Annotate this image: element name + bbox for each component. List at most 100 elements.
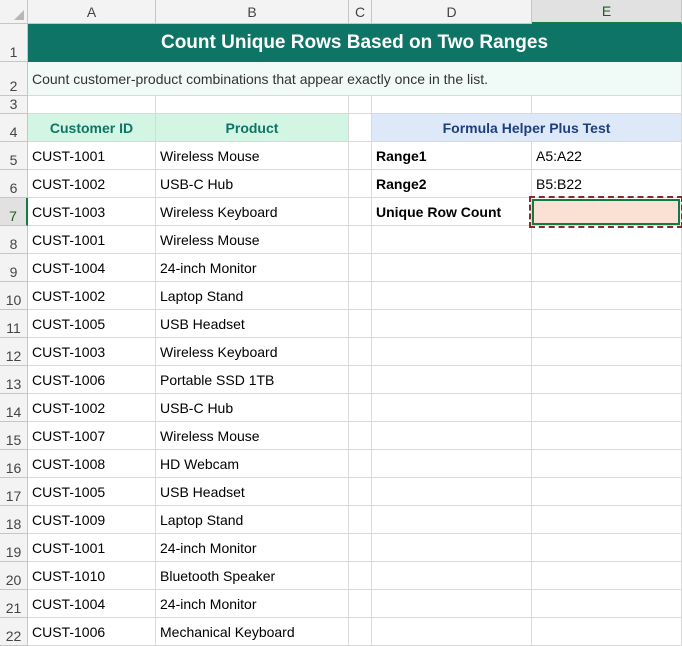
helper-value-2[interactable]: B5:B22 — [532, 170, 682, 198]
product-cell[interactable]: Mechanical Keyboard — [156, 618, 349, 646]
cell-d21[interactable] — [372, 590, 532, 618]
customer-id-cell[interactable]: CUST-1007 — [28, 422, 156, 450]
row-header-11[interactable]: 11 — [0, 310, 28, 338]
product-cell[interactable]: USB Headset — [156, 310, 349, 338]
row-header-13[interactable]: 13 — [0, 366, 28, 394]
row-header-14[interactable]: 14 — [0, 394, 28, 422]
row-header-9[interactable]: 9 — [0, 254, 28, 282]
row-header-20[interactable]: 20 — [0, 562, 28, 590]
cell-b3[interactable] — [156, 96, 349, 114]
cell-d12[interactable] — [372, 338, 532, 366]
product-cell[interactable]: Portable SSD 1TB — [156, 366, 349, 394]
column-header-b[interactable]: B — [156, 0, 349, 24]
cell-e13[interactable] — [532, 366, 682, 394]
customer-id-cell[interactable]: CUST-1010 — [28, 562, 156, 590]
row-header-6[interactable]: 6 — [0, 170, 28, 198]
cell-c11[interactable] — [349, 310, 372, 338]
row-header-8[interactable]: 8 — [0, 226, 28, 254]
cell-e17[interactable] — [532, 478, 682, 506]
cell-c14[interactable] — [349, 394, 372, 422]
cell-e11[interactable] — [532, 310, 682, 338]
customer-id-cell[interactable]: CUST-1006 — [28, 618, 156, 646]
cell-d15[interactable] — [372, 422, 532, 450]
row-header-16[interactable]: 16 — [0, 450, 28, 478]
cell-c9[interactable] — [349, 254, 372, 282]
product-cell[interactable]: Bluetooth Speaker — [156, 562, 349, 590]
cell-a3[interactable] — [28, 96, 156, 114]
cell-e12[interactable] — [532, 338, 682, 366]
row-header-15[interactable]: 15 — [0, 422, 28, 450]
row-header-2[interactable]: 2 — [0, 62, 28, 96]
unique-row-count-cell[interactable] — [529, 196, 682, 228]
product-cell[interactable]: Wireless Mouse — [156, 226, 349, 254]
row-header-10[interactable]: 10 — [0, 282, 28, 310]
row-header-3[interactable]: 3 — [0, 96, 28, 114]
cell-e14[interactable] — [532, 394, 682, 422]
cell-c6[interactable] — [349, 170, 372, 198]
cell-e21[interactable] — [532, 590, 682, 618]
product-cell[interactable]: USB-C Hub — [156, 170, 349, 198]
customer-id-cell[interactable]: CUST-1003 — [28, 198, 156, 226]
cell-d14[interactable] — [372, 394, 532, 422]
customer-id-cell[interactable]: CUST-1001 — [28, 534, 156, 562]
cell-c12[interactable] — [349, 338, 372, 366]
row-header-17[interactable]: 17 — [0, 478, 28, 506]
cell-d17[interactable] — [372, 478, 532, 506]
cell-c22[interactable] — [349, 618, 372, 646]
customer-id-cell[interactable]: CUST-1009 — [28, 506, 156, 534]
customer-id-cell[interactable]: CUST-1001 — [28, 226, 156, 254]
cell-e10[interactable] — [532, 282, 682, 310]
customer-id-cell[interactable]: CUST-1002 — [28, 282, 156, 310]
customer-id-cell[interactable]: CUST-1005 — [28, 478, 156, 506]
cell-d22[interactable] — [372, 618, 532, 646]
row-header-1[interactable]: 1 — [0, 24, 28, 62]
cell-d3[interactable] — [372, 96, 532, 114]
select-all-corner[interactable] — [0, 0, 28, 24]
cell-e20[interactable] — [532, 562, 682, 590]
product-cell[interactable]: HD Webcam — [156, 450, 349, 478]
cell-c16[interactable] — [349, 450, 372, 478]
product-cell[interactable]: 24-inch Monitor — [156, 534, 349, 562]
row-header-4[interactable]: 4 — [0, 114, 28, 142]
column-header-a[interactable]: A — [28, 0, 156, 24]
product-cell[interactable]: Laptop Stand — [156, 282, 349, 310]
cell-e18[interactable] — [532, 506, 682, 534]
column-header-d[interactable]: D — [372, 0, 532, 24]
cell-c5[interactable] — [349, 142, 372, 170]
row-header-19[interactable]: 19 — [0, 534, 28, 562]
product-cell[interactable]: USB Headset — [156, 478, 349, 506]
cell-d18[interactable] — [372, 506, 532, 534]
customer-id-cell[interactable]: CUST-1004 — [28, 590, 156, 618]
cell-c7[interactable] — [349, 198, 372, 226]
cell-e15[interactable] — [532, 422, 682, 450]
cell-e9[interactable] — [532, 254, 682, 282]
product-cell[interactable]: Wireless Mouse — [156, 422, 349, 450]
product-cell[interactable]: 24-inch Monitor — [156, 254, 349, 282]
cell-d8[interactable] — [372, 226, 532, 254]
customer-id-cell[interactable]: CUST-1002 — [28, 170, 156, 198]
column-header-e[interactable]: E — [532, 0, 682, 24]
cell-c8[interactable] — [349, 226, 372, 254]
cell-c18[interactable] — [349, 506, 372, 534]
row-header-5[interactable]: 5 — [0, 142, 28, 170]
cell-d16[interactable] — [372, 450, 532, 478]
product-cell[interactable]: Wireless Keyboard — [156, 198, 349, 226]
customer-id-cell[interactable]: CUST-1004 — [28, 254, 156, 282]
cell-d19[interactable] — [372, 534, 532, 562]
product-cell[interactable]: USB-C Hub — [156, 394, 349, 422]
cell-c20[interactable] — [349, 562, 372, 590]
customer-id-cell[interactable]: CUST-1001 — [28, 142, 156, 170]
row-header-12[interactable]: 12 — [0, 338, 28, 366]
row-header-22[interactable]: 22 — [0, 618, 28, 646]
customer-id-cell[interactable]: CUST-1003 — [28, 338, 156, 366]
customer-id-cell[interactable]: CUST-1005 — [28, 310, 156, 338]
cell-c17[interactable] — [349, 478, 372, 506]
product-cell[interactable]: Wireless Keyboard — [156, 338, 349, 366]
cell-e8[interactable] — [532, 226, 682, 254]
cell-c10[interactable] — [349, 282, 372, 310]
product-cell[interactable]: Wireless Mouse — [156, 142, 349, 170]
cell-d20[interactable] — [372, 562, 532, 590]
customer-id-cell[interactable]: CUST-1008 — [28, 450, 156, 478]
cell-d9[interactable] — [372, 254, 532, 282]
customer-id-cell[interactable]: CUST-1006 — [28, 366, 156, 394]
